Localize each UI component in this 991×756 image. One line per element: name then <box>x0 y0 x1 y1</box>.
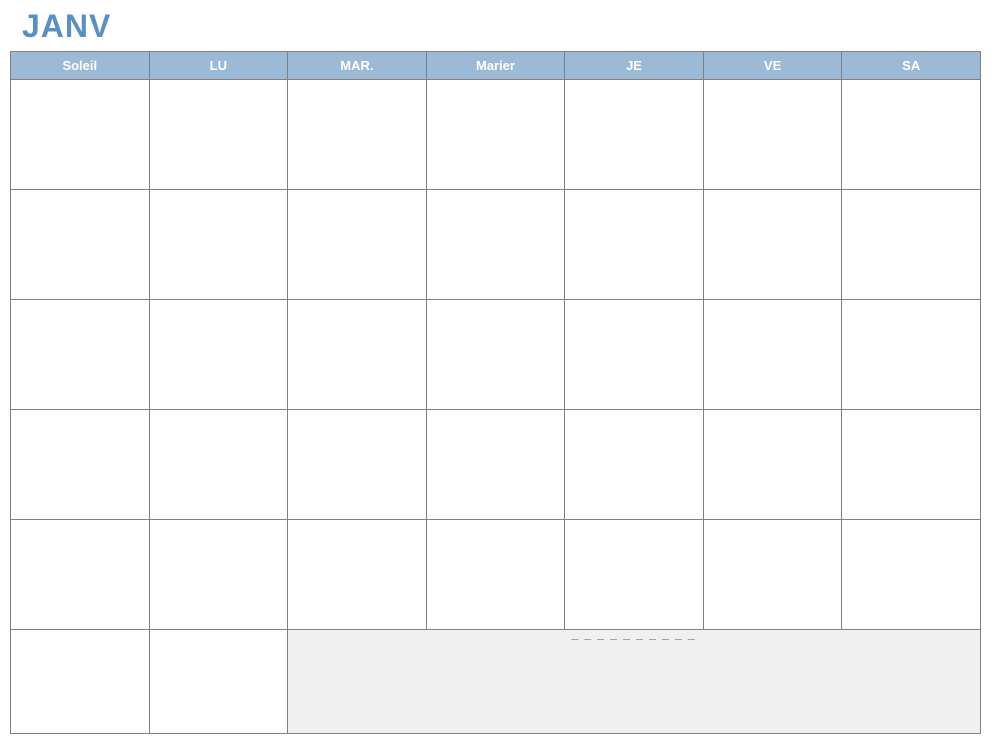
weekday-header: LU <box>149 52 288 80</box>
calendar-day-cell[interactable] <box>565 300 704 410</box>
calendar-day-cell[interactable] <box>11 520 150 630</box>
calendar-day-cell[interactable] <box>11 630 150 734</box>
calendar-day-cell[interactable] <box>703 80 842 190</box>
weekday-header: MAR. <box>288 52 427 80</box>
calendar-day-cell[interactable] <box>149 80 288 190</box>
calendar-day-cell[interactable] <box>11 80 150 190</box>
calendar-week-row: — — — — — — — — — — <box>11 630 981 734</box>
calendar-day-cell[interactable] <box>426 520 565 630</box>
calendar-day-cell[interactable] <box>149 300 288 410</box>
calendar-day-cell[interactable] <box>149 190 288 300</box>
calendar-day-cell[interactable] <box>426 410 565 520</box>
weekday-header: Soleil <box>11 52 150 80</box>
notes-placeholder: — — — — — — — — — — <box>288 630 980 643</box>
calendar-day-cell[interactable] <box>149 520 288 630</box>
calendar-day-cell[interactable] <box>426 300 565 410</box>
month-title: JANV <box>22 8 991 45</box>
calendar-grid: Soleil LU MAR. Marier JE VE SA <box>10 51 981 734</box>
calendar-week-row <box>11 410 981 520</box>
calendar-day-cell[interactable] <box>565 520 704 630</box>
weekday-header: SA <box>842 52 981 80</box>
weekday-header-row: Soleil LU MAR. Marier JE VE SA <box>11 52 981 80</box>
calendar-day-cell[interactable] <box>842 300 981 410</box>
calendar-day-cell[interactable] <box>703 410 842 520</box>
calendar-day-cell[interactable] <box>842 410 981 520</box>
calendar-day-cell[interactable] <box>565 80 704 190</box>
calendar-day-cell[interactable] <box>288 80 427 190</box>
calendar-week-row <box>11 190 981 300</box>
calendar-day-cell[interactable] <box>842 80 981 190</box>
notes-area[interactable]: — — — — — — — — — — <box>288 630 981 734</box>
weekday-header: Marier <box>426 52 565 80</box>
calendar-week-row <box>11 80 981 190</box>
weekday-header: VE <box>703 52 842 80</box>
calendar-day-cell[interactable] <box>565 190 704 300</box>
calendar-day-cell[interactable] <box>11 190 150 300</box>
calendar-day-cell[interactable] <box>288 300 427 410</box>
calendar-day-cell[interactable] <box>149 410 288 520</box>
calendar-day-cell[interactable] <box>426 190 565 300</box>
calendar-week-row <box>11 520 981 630</box>
calendar-day-cell[interactable] <box>426 80 565 190</box>
calendar-day-cell[interactable] <box>842 520 981 630</box>
calendar-day-cell[interactable] <box>703 300 842 410</box>
calendar-day-cell[interactable] <box>288 410 427 520</box>
calendar-day-cell[interactable] <box>11 300 150 410</box>
calendar-day-cell[interactable] <box>703 190 842 300</box>
calendar-day-cell[interactable] <box>288 520 427 630</box>
calendar-day-cell[interactable] <box>703 520 842 630</box>
calendar-week-row <box>11 300 981 410</box>
calendar-day-cell[interactable] <box>565 410 704 520</box>
weekday-header: JE <box>565 52 704 80</box>
calendar-day-cell[interactable] <box>842 190 981 300</box>
calendar-day-cell[interactable] <box>11 410 150 520</box>
calendar-day-cell[interactable] <box>149 630 288 734</box>
calendar-day-cell[interactable] <box>288 190 427 300</box>
